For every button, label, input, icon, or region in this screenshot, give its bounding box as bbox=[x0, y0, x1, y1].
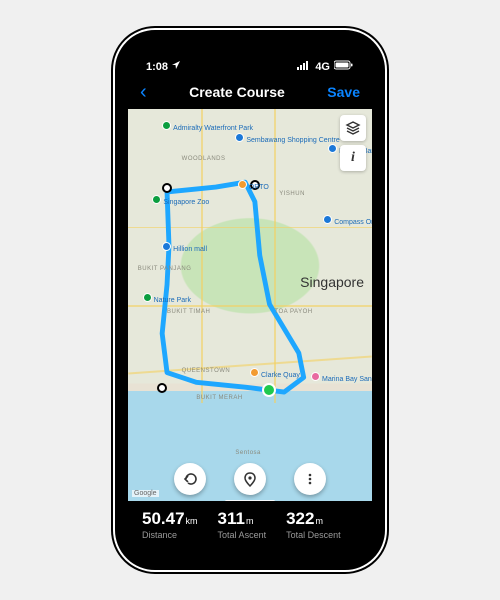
screen: 1:08 4G bbox=[128, 43, 372, 557]
map-poi[interactable]: ORTO bbox=[238, 180, 269, 191]
map-poi[interactable]: Singapore Zoo bbox=[152, 195, 209, 206]
poi-label: Marina Bay Sands Singapore bbox=[322, 376, 372, 383]
map-poi[interactable]: Marina Bay Sands Singapore bbox=[311, 372, 372, 383]
blue-pin-icon bbox=[323, 215, 332, 224]
add-pin-button[interactable] bbox=[234, 463, 266, 495]
green-pin-icon bbox=[162, 121, 171, 130]
map-road bbox=[128, 305, 372, 307]
status-time: 1:08 bbox=[146, 61, 168, 73]
map-poi[interactable]: Hillion mall bbox=[162, 242, 207, 253]
layers-button[interactable] bbox=[340, 115, 366, 141]
undo-button[interactable] bbox=[174, 463, 206, 495]
save-button[interactable]: Save bbox=[327, 84, 360, 100]
map-area-label: Sentosa bbox=[235, 450, 261, 456]
map-road bbox=[201, 109, 203, 403]
info-button[interactable]: i bbox=[340, 145, 366, 171]
stat-descent: 322m Total Descent bbox=[286, 509, 341, 557]
map-area-label: BUKIT TIMAH bbox=[167, 309, 210, 315]
stat-value: 311 bbox=[218, 509, 245, 528]
map-attribution: Google bbox=[132, 490, 159, 497]
blue-pin-icon bbox=[235, 133, 244, 142]
poi-label: Clarke Quay bbox=[261, 372, 300, 379]
poi-label: Admiralty Waterfront Park bbox=[173, 125, 253, 132]
stat-value: 322 bbox=[286, 509, 314, 528]
map-controls-bottom bbox=[174, 463, 326, 495]
map-poi[interactable]: Nature Park bbox=[143, 293, 191, 304]
green-pin-icon bbox=[152, 195, 161, 204]
stat-distance: 50.47km Distance bbox=[142, 509, 198, 557]
map-poi[interactable]: Admiralty Waterfront Park bbox=[162, 121, 253, 132]
map-poi[interactable]: Clarke Quay bbox=[250, 368, 300, 379]
map-area-label: WOODLANDS bbox=[182, 156, 226, 162]
poi-label: Sembawang Shopping Centre bbox=[246, 137, 339, 144]
network-label: 4G bbox=[315, 61, 330, 73]
stat-unit: m bbox=[246, 516, 254, 526]
poi-label: Hillion mall bbox=[173, 246, 207, 253]
device-notch bbox=[190, 41, 310, 65]
map-area-label: QUEENSTOWN bbox=[182, 368, 231, 374]
map-road bbox=[128, 227, 372, 229]
map-view[interactable]: Singapore Admiralty Waterfront Park Semba… bbox=[128, 109, 372, 501]
stat-ascent: 311m Total Ascent bbox=[218, 509, 267, 557]
stat-value: 50.47 bbox=[142, 509, 185, 528]
pink-pin-icon bbox=[311, 372, 320, 381]
map-poi[interactable]: Compass One bbox=[323, 215, 372, 226]
blue-pin-icon bbox=[162, 242, 171, 251]
home-indicator[interactable] bbox=[225, 500, 275, 501]
orange-pin-icon bbox=[250, 368, 259, 377]
stat-unit: km bbox=[186, 516, 198, 526]
map-road bbox=[274, 109, 276, 403]
map-controls-right: i bbox=[340, 115, 366, 171]
green-pin-icon bbox=[143, 293, 152, 302]
stat-label: Total Descent bbox=[286, 530, 341, 540]
map-area-label: BUKIT PANJANG bbox=[138, 266, 192, 272]
poi-label: Nature Park bbox=[154, 297, 191, 304]
stat-label: Total Ascent bbox=[218, 530, 267, 540]
more-button[interactable] bbox=[294, 463, 326, 495]
map-area-label: TOA PAYOH bbox=[274, 309, 312, 315]
phone-frame: 1:08 4G bbox=[115, 30, 385, 570]
page-title: Create Course bbox=[189, 84, 285, 100]
stat-label: Distance bbox=[142, 530, 198, 540]
battery-icon bbox=[334, 60, 354, 73]
blue-pin-icon bbox=[328, 144, 337, 153]
stat-unit: m bbox=[315, 516, 323, 526]
poi-label: ORTO bbox=[249, 184, 269, 191]
map-city-label: Singapore bbox=[300, 274, 364, 290]
orange-pin-icon bbox=[238, 180, 247, 189]
location-icon bbox=[171, 60, 181, 73]
map-area-label: YISHUN bbox=[279, 191, 305, 197]
back-button[interactable]: ‹ bbox=[140, 81, 147, 104]
poi-label: Singapore Zoo bbox=[163, 199, 209, 206]
stats-bar: 50.47km Distance 311m Total Ascent 322m … bbox=[128, 501, 372, 557]
app-header: ‹ Create Course Save bbox=[128, 75, 372, 109]
poi-label: Compass One bbox=[334, 219, 372, 226]
map-poi[interactable]: Sembawang Shopping Centre bbox=[235, 133, 339, 144]
map-area-label: BUKIT MERAH bbox=[196, 395, 242, 401]
